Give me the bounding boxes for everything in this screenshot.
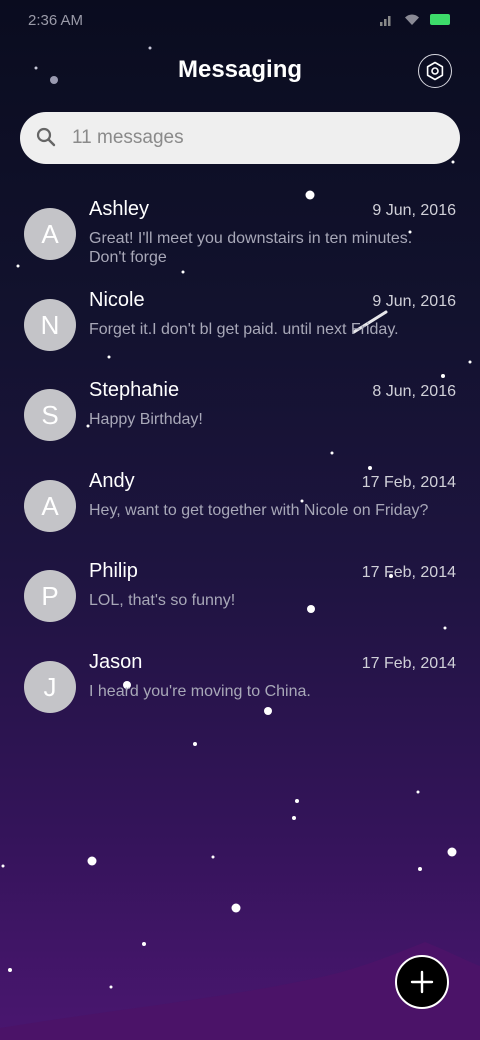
message-date: 17 Feb, 2014 xyxy=(361,473,456,491)
battery-icon xyxy=(430,14,450,25)
conversation-row[interactable]: P Philip 17 Feb, 2014 LOL, that's so fun… xyxy=(0,553,480,644)
contact-name: Nicole xyxy=(89,288,145,311)
avatar: P xyxy=(24,570,76,623)
status-time: 2:36 AM xyxy=(28,12,84,29)
contact-name: Andy xyxy=(89,469,135,492)
contact-name: Jason xyxy=(89,650,143,673)
message-preview: Happy Birthday! xyxy=(89,411,203,429)
contact-name: Stephanie xyxy=(89,379,180,402)
conversation-row[interactable]: S Stephanie 8 Jun, 2016 Happy Birthday! xyxy=(0,372,480,463)
message-preview: Great! I'll meet you downstairs in ten m… xyxy=(89,230,413,266)
wifi-icon xyxy=(405,14,419,25)
status-icons xyxy=(380,13,450,26)
avatar: J xyxy=(24,660,76,713)
search-bar[interactable]: 11 messages xyxy=(20,112,460,164)
signal-icon xyxy=(380,15,391,26)
message-date: 9 Jun, 2016 xyxy=(372,202,456,219)
avatar: S xyxy=(24,389,76,442)
page-title: Messaging xyxy=(177,56,303,83)
avatar: A xyxy=(24,208,76,260)
new-message-button[interactable] xyxy=(395,955,449,1009)
message-date: 9 Jun, 2016 xyxy=(372,292,456,310)
message-date: 8 Jun, 2016 xyxy=(372,383,456,401)
settings-button[interactable] xyxy=(418,54,452,88)
conversation-list: A Ashley 9 Jun, 2016 Great! I'll meet yo… xyxy=(0,191,480,735)
conversation-row[interactable]: A Andy 17 Feb, 2014 Hey, want to get tog… xyxy=(0,463,480,554)
avatar: N xyxy=(24,298,76,351)
conversation-row[interactable]: N Nicole 9 Jun, 2016 Forget it.I don't b… xyxy=(0,282,480,373)
message-date: 17 Feb, 2014 xyxy=(361,654,456,672)
plus-icon xyxy=(410,970,434,994)
search-icon xyxy=(36,127,56,147)
conversation-row[interactable]: J Jason 17 Feb, 2014 I heard you're movi… xyxy=(0,644,480,735)
message-preview: Forget it.I don't bl get paid. until nex… xyxy=(89,320,399,338)
message-date: 17 Feb, 2014 xyxy=(361,564,456,582)
conversation-row[interactable]: A Ashley 9 Jun, 2016 Great! I'll meet yo… xyxy=(0,191,480,282)
message-preview: LOL, that's so funny! xyxy=(89,592,236,610)
avatar: A xyxy=(24,479,76,532)
gear-icon xyxy=(426,61,444,81)
message-preview: I heard you're moving to China. xyxy=(89,682,311,700)
contact-name: Ashley xyxy=(89,198,150,220)
contact-name: Philip xyxy=(89,560,138,583)
search-placeholder: 11 messages xyxy=(72,127,184,148)
status-bar: 2:36 AM xyxy=(0,0,480,42)
message-preview: Hey, want to get together with Nicole on… xyxy=(89,501,429,519)
